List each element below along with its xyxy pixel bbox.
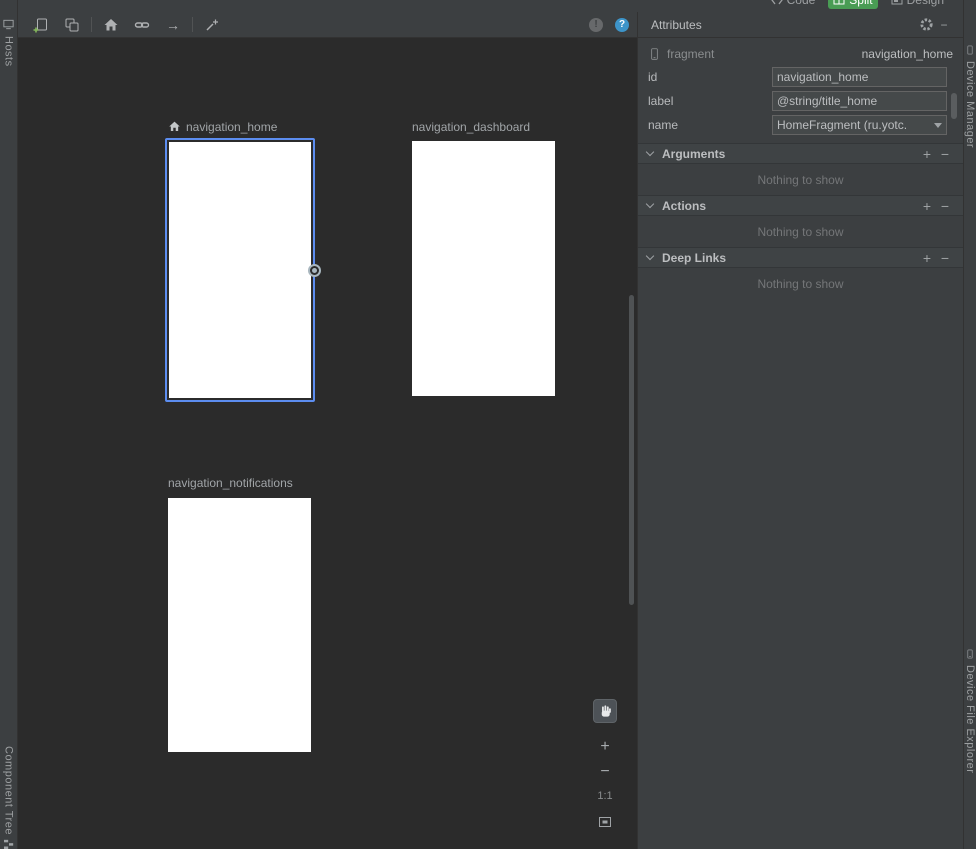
device-manager-icon [965, 44, 975, 56]
zoom-to-fit-icon [597, 814, 613, 830]
add-argument-button[interactable]: + [918, 147, 936, 161]
chevron-down-icon [646, 252, 654, 260]
remove-argument-button[interactable]: − [936, 147, 954, 161]
tool-button-component-tree[interactable]: Component Tree [0, 746, 17, 849]
id-field-label: id [648, 70, 772, 84]
deep-links-empty-text: Nothing to show [638, 268, 963, 299]
tool-button-device-manager[interactable]: Device Manager [964, 44, 976, 148]
attributes-panel: Attributes − fragment navigation_home id… [637, 12, 963, 849]
name-combobox-value: HomeFragment (ru.yotc. [777, 118, 930, 132]
attributes-title: Attributes [651, 18, 702, 32]
hide-panel-minus-icon[interactable]: − [935, 16, 953, 34]
section-header-arguments[interactable]: Arguments + − [638, 143, 963, 164]
editor-mode-tabs: Code Split Design [766, 0, 949, 11]
help-icon[interactable]: ? [615, 18, 629, 32]
gear-icon[interactable] [917, 16, 935, 34]
component-tree-label: Component Tree [3, 746, 15, 835]
auto-arrange-icon[interactable] [203, 16, 221, 34]
zoom-to-fit-button[interactable] [597, 814, 613, 830]
editor-tab-bar: Code Split Design [18, 0, 963, 12]
section-header-actions[interactable]: Actions + − [638, 195, 963, 216]
nested-graph-icon[interactable] [63, 16, 81, 34]
hosts-label: Hosts [3, 36, 15, 67]
start-destination-home-icon[interactable] [102, 16, 120, 34]
tool-button-hosts[interactable]: Hosts [0, 18, 17, 67]
name-field-label: name [648, 118, 772, 132]
design-toolbar: → ! ? [18, 12, 637, 38]
new-destination-icon[interactable] [32, 16, 50, 34]
field-row-label: label [638, 89, 963, 113]
label-field[interactable] [772, 91, 947, 111]
add-deep-link-button[interactable]: + [918, 251, 936, 265]
action-arrow-icon[interactable]: → [164, 16, 182, 34]
canvas-scrollbar[interactable] [629, 295, 634, 605]
home-icon [168, 120, 181, 133]
chevron-down-icon [646, 148, 654, 156]
split-icon [833, 0, 845, 6]
tab-code-label: Code [787, 0, 816, 7]
fragment-header-navigation-home[interactable]: navigation_home [168, 119, 277, 134]
add-action-button[interactable]: + [918, 199, 936, 213]
left-tool-strip: Hosts Component Tree [0, 0, 18, 849]
fragment-preview-navigation-home[interactable] [165, 138, 315, 402]
fragment-name-label: navigation_dashboard [412, 120, 530, 134]
tab-design-label: Design [907, 0, 944, 7]
device-manager-label: Device Manager [964, 61, 976, 148]
name-combobox[interactable]: HomeFragment (ru.yotc. [772, 115, 947, 135]
actions-empty-text: Nothing to show [638, 216, 963, 247]
design-icon [891, 0, 903, 6]
android-studio-navigation-editor: Code Split Design Hosts Component Tree [0, 0, 976, 849]
fragment-name-label: navigation_home [186, 120, 277, 134]
fragment-preview-navigation-dashboard[interactable] [412, 141, 555, 396]
pan-tool-button[interactable] [593, 699, 617, 723]
chevron-down-icon [646, 200, 654, 208]
fragment-icon [648, 47, 661, 61]
id-field[interactable] [772, 67, 947, 87]
right-tool-strip: Device Manager Device File Explorer [963, 0, 976, 849]
deep-link-icon[interactable] [133, 16, 151, 34]
error-indicator-icon[interactable]: ! [589, 18, 603, 32]
attribute-sections: Arguments + − Nothing to show Actions + … [638, 143, 963, 299]
tab-split-label: Split [849, 0, 872, 7]
zoom-in-button[interactable]: + [597, 739, 613, 755]
fragment-preview-navigation-notifications[interactable] [168, 498, 311, 752]
section-header-deep-links[interactable]: Deep Links + − [638, 247, 963, 268]
tool-button-device-file-explorer[interactable]: Device File Explorer [964, 648, 976, 773]
component-id-value: navigation_home [862, 47, 953, 61]
toolbar-separator [192, 17, 193, 32]
panel-scrollbar-thumb[interactable] [951, 93, 957, 119]
zoom-out-button[interactable]: − [597, 764, 613, 780]
component-summary-row: fragment navigation_home [638, 43, 963, 65]
section-title: Deep Links [662, 251, 726, 265]
tab-design[interactable]: Design [886, 0, 949, 9]
remove-deep-link-button[interactable]: − [936, 251, 954, 265]
section-title: Actions [662, 199, 706, 213]
design-surface[interactable]: navigation_home navigation_dashboard nav… [18, 38, 637, 849]
tab-split[interactable]: Split [828, 0, 877, 9]
component-tree-icon [3, 839, 15, 849]
section-title: Arguments [662, 147, 725, 161]
hosts-icon [2, 18, 15, 31]
code-icon [771, 0, 783, 6]
fragment-preview-surface [169, 142, 311, 398]
chevron-down-icon [934, 123, 942, 128]
device-file-explorer-label: Device File Explorer [964, 665, 976, 773]
fragment-header-navigation-dashboard[interactable]: navigation_dashboard [412, 119, 530, 134]
field-row-name: name HomeFragment (ru.yotc. [638, 113, 963, 137]
fragment-header-navigation-notifications[interactable]: navigation_notifications [168, 475, 293, 490]
attributes-panel-header: Attributes − [638, 12, 963, 38]
toolbar-separator [91, 17, 92, 32]
device-file-explorer-icon [965, 648, 975, 660]
arguments-empty-text: Nothing to show [638, 164, 963, 195]
remove-action-button[interactable]: − [936, 199, 954, 213]
tab-code[interactable]: Code [766, 0, 821, 9]
component-type-label: fragment [667, 47, 714, 61]
fragment-name-label: navigation_notifications [168, 476, 293, 490]
action-connection-handle[interactable] [308, 264, 321, 277]
label-field-label: label [648, 94, 772, 108]
hand-icon [598, 704, 613, 719]
zoom-ratio-button[interactable]: 1:1 [593, 790, 617, 802]
field-row-id: id [638, 65, 963, 89]
